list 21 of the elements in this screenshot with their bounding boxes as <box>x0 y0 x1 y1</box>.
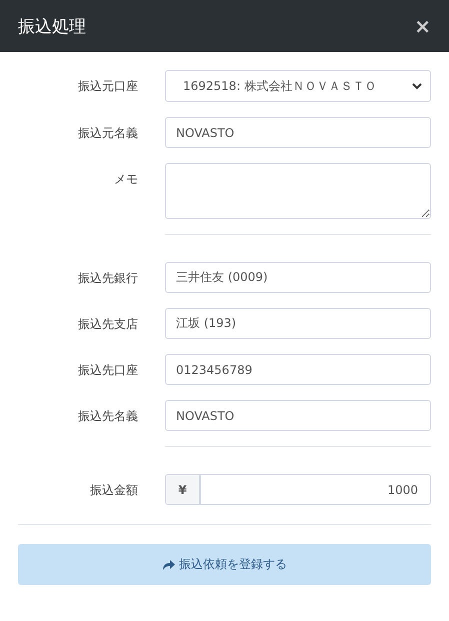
memo-field[interactable] <box>165 163 431 219</box>
dialog-title: 振込処理 <box>18 16 86 38</box>
input-field[interactable]: NOVASTO <box>165 400 431 431</box>
field-label: メモ <box>113 171 138 188</box>
field-label: 振込元名義 <box>77 125 138 142</box>
field-label: 振込先銀行 <box>77 270 138 287</box>
submit-button[interactable]: 振込依頼を登録する <box>18 544 431 585</box>
field-label: 振込先口座 <box>77 362 138 379</box>
input-field[interactable]: 三井住友 (0009) <box>165 262 431 293</box>
input-field[interactable]: NOVASTO <box>165 117 431 148</box>
field-label: 振込先支店 <box>77 316 138 333</box>
field-label: 振込先名義 <box>77 408 138 425</box>
amount-field[interactable]: ¥ 1000 <box>165 474 431 505</box>
field-label: 振込金額 <box>89 482 138 499</box>
input-field[interactable]: 江坂 (193) <box>165 308 431 339</box>
field-label: 振込元口座 <box>77 78 138 95</box>
chevron-down-icon <box>412 82 422 90</box>
share-arrow-icon <box>162 559 175 570</box>
account-select[interactable]: 1692518: 株式会社ＮＯＶＡＳＴＯ <box>165 70 431 102</box>
close-button[interactable]: × <box>414 16 431 36</box>
input-field[interactable]: 0123456789 <box>165 354 431 385</box>
